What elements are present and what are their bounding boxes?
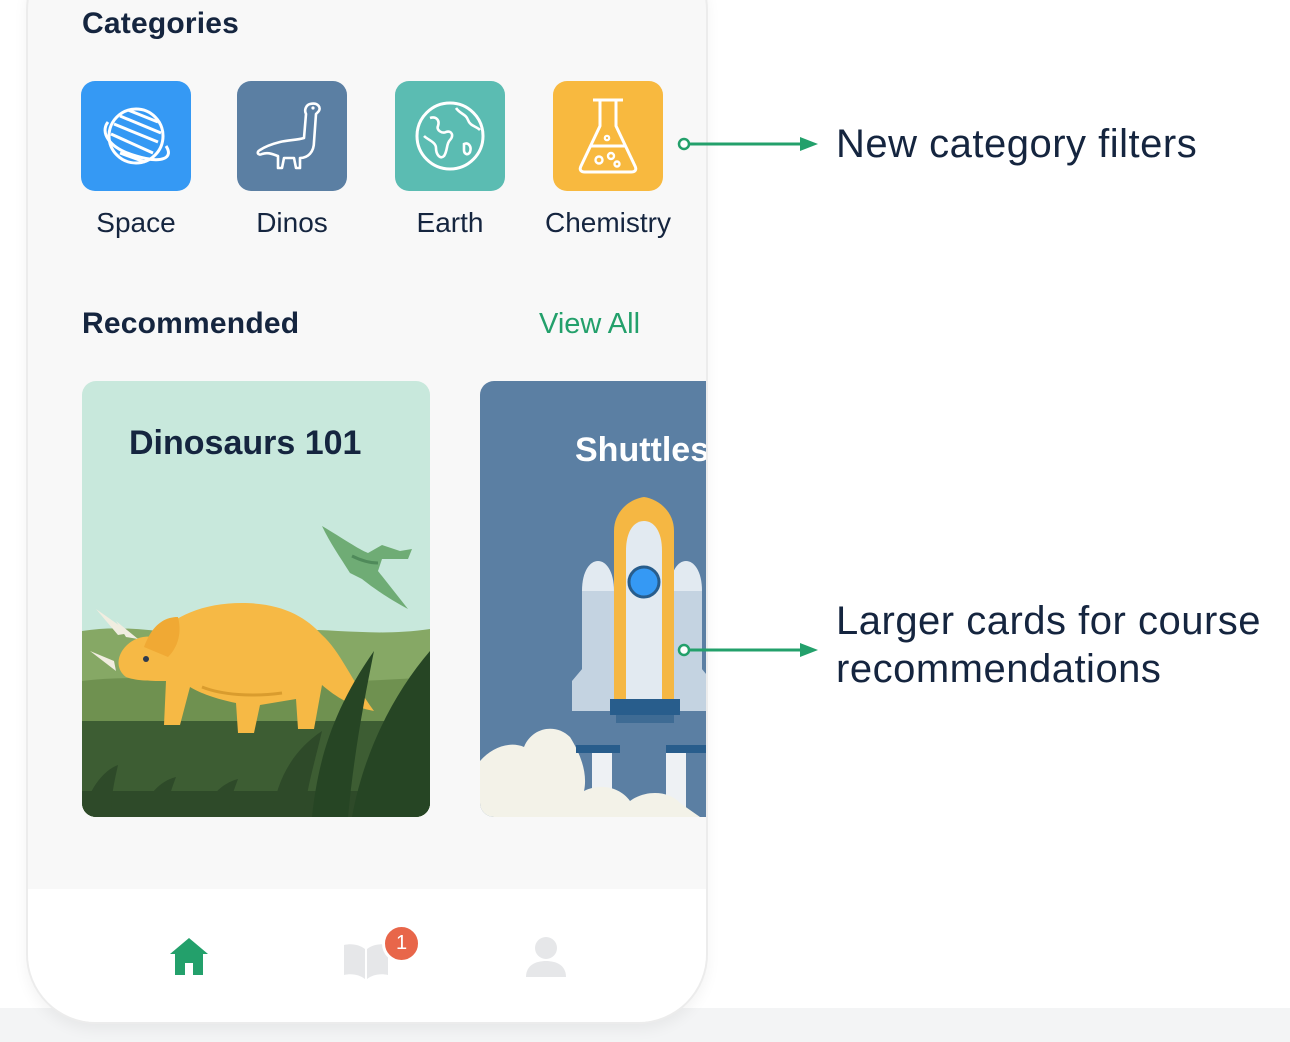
home-icon[interactable]	[168, 935, 210, 977]
recommended-heading: Recommended	[82, 307, 300, 340]
planet-icon	[81, 81, 191, 191]
course-card-shuttles[interactable]: Shuttles	[480, 381, 708, 817]
category-earth[interactable]: Earth	[395, 81, 505, 238]
course-card-dinosaurs[interactable]: Dinosaurs 101	[82, 381, 430, 817]
categories-heading: Categories	[82, 7, 240, 40]
notification-badge: 1	[382, 924, 421, 963]
phone-frame: Categories Space Dinos Earth Chemistry R…	[26, 0, 708, 1024]
category-label: Chemistry	[544, 207, 671, 238]
globe-icon	[395, 81, 505, 191]
view-all-link[interactable]: View All	[539, 308, 640, 341]
dinosaur-icon	[237, 81, 347, 191]
arrow-icon	[677, 137, 818, 151]
arrow-icon	[677, 643, 818, 657]
annotation-line: Larger cards for course	[836, 599, 1262, 643]
course-card-title: Shuttles	[575, 431, 708, 469]
category-space[interactable]: Space	[81, 81, 191, 238]
flask-icon	[553, 81, 663, 191]
course-card-title: Dinosaurs 101	[129, 424, 362, 462]
category-chemistry[interactable]: Chemistry	[545, 81, 671, 238]
category-dinos[interactable]: Dinos	[237, 81, 347, 238]
tab-bar	[28, 889, 706, 1022]
profile-icon[interactable]	[524, 935, 568, 979]
annotation-category-filters: New category filters	[836, 122, 1198, 166]
annotation-larger-cards: Larger cards for course recommendations	[836, 597, 1261, 693]
annotation-line: recommendations	[836, 647, 1162, 691]
